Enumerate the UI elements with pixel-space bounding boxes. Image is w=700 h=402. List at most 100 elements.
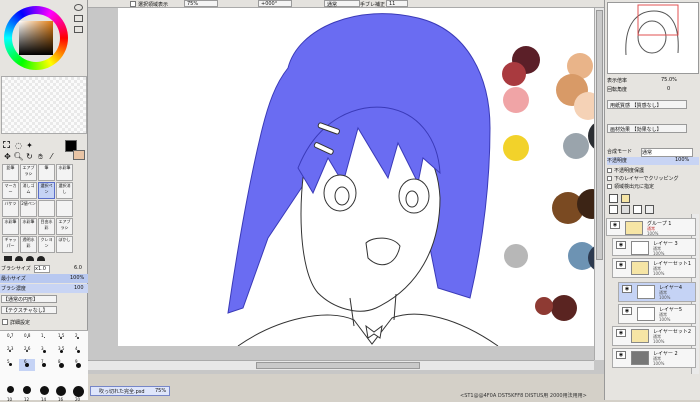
layer-item-layer3[interactable]: ◉ レイヤー 3 通常 100% bbox=[612, 238, 696, 256]
eye-icon[interactable]: ◉ bbox=[622, 285, 632, 293]
delete-layer-icon[interactable] bbox=[645, 205, 654, 214]
tool-airbrush[interactable]: エアブラシ bbox=[20, 164, 37, 181]
brush-edge-presets[interactable] bbox=[4, 255, 84, 262]
size-preset[interactable]: 5 bbox=[2, 359, 18, 371]
blend-mode-row[interactable]: 合成モード 通常 bbox=[607, 148, 699, 157]
navigator-preview[interactable] bbox=[607, 2, 699, 74]
select-rect-icon[interactable] bbox=[3, 141, 10, 148]
edge-preset-1[interactable] bbox=[4, 256, 12, 261]
protect-opacity-checkbox[interactable] bbox=[607, 168, 612, 173]
color-wheel-toggle-icon[interactable] bbox=[74, 4, 83, 11]
clip-lower-checkbox[interactable] bbox=[607, 176, 612, 181]
size-preset[interactable]: 1 bbox=[36, 333, 52, 345]
eye-icon[interactable]: ◉ bbox=[610, 221, 620, 229]
rotation-row[interactable]: 回転角度 0 bbox=[607, 86, 699, 94]
canvas-vscroll-thumb[interactable] bbox=[596, 10, 603, 260]
selection-source-checkbox[interactable] bbox=[607, 184, 612, 189]
size-preset[interactable]: 12 bbox=[19, 385, 35, 402]
hsv-slider-toggle-icon[interactable] bbox=[74, 26, 83, 33]
new-folder-icon[interactable] bbox=[621, 194, 630, 203]
new-layer-icon[interactable] bbox=[609, 194, 618, 203]
size-preset[interactable]: 0.7 bbox=[2, 333, 18, 345]
layer-item-set2[interactable]: ◉ レイヤーセット2 通常 100% bbox=[612, 326, 696, 346]
tool-blur[interactable]: ぼかし bbox=[56, 236, 73, 253]
paper-texture-select[interactable]: 用紙質感 【質感なし】 bbox=[607, 100, 687, 109]
brush-size-row[interactable]: ブラシサイズ x1.0 6.0 bbox=[0, 264, 88, 273]
canvas-vscroll[interactable] bbox=[594, 8, 604, 360]
tool-empty-2[interactable] bbox=[56, 200, 73, 217]
tool-watercolor-3[interactable]: 水彩筆 bbox=[20, 218, 37, 235]
zoom-row[interactable]: 表示倍率 75.0% bbox=[607, 77, 699, 85]
size-preset[interactable] bbox=[53, 372, 69, 384]
rgb-slider-toggle-icon[interactable] bbox=[74, 15, 83, 22]
tool-clear-watercolor[interactable]: 透明水彩 bbox=[20, 236, 37, 253]
panel-toggle-icons[interactable] bbox=[72, 2, 86, 72]
size-preset[interactable]: 3 bbox=[36, 346, 52, 358]
layer-item-set1[interactable]: ◉ レイヤーセット1 通常 100% bbox=[612, 258, 696, 278]
eye-icon[interactable]: ◉ bbox=[622, 307, 632, 315]
tool-select-eraser[interactable]: 選択消し bbox=[56, 182, 73, 199]
tool-crayon[interactable]: クレヨン bbox=[38, 236, 55, 253]
eye-icon[interactable]: ◉ bbox=[616, 351, 626, 359]
tool-watercolor-2[interactable]: 水彩筆 bbox=[2, 218, 19, 235]
size-preset[interactable]: 14 bbox=[36, 385, 52, 402]
tool-marker[interactable]: マーカー bbox=[2, 182, 19, 199]
size-preset[interactable] bbox=[19, 372, 35, 384]
size-preset[interactable]: 3.5 bbox=[53, 346, 69, 358]
layer-item-layer4[interactable]: ◉ レイヤー4 通常 100% bbox=[618, 282, 696, 302]
brush-texture-select[interactable]: 【テクスチャなし】 bbox=[1, 306, 57, 314]
color-swatch-grid[interactable] bbox=[1, 76, 87, 134]
canvas-hscroll[interactable] bbox=[88, 360, 594, 370]
canvas-artwork[interactable] bbox=[118, 8, 614, 346]
angle-select[interactable]: +000° bbox=[258, 0, 292, 7]
move-icon[interactable]: ✥ bbox=[3, 152, 12, 161]
layer-item-group1[interactable]: ◉ グループ 1 通常 100% bbox=[606, 218, 696, 236]
size-preset[interactable]: 2.3 bbox=[2, 346, 18, 358]
min-size-row[interactable]: 最小サイズ 100% bbox=[0, 274, 88, 283]
stabilizer-select[interactable]: 11 bbox=[386, 0, 408, 7]
size-preset[interactable]: 4 bbox=[70, 346, 86, 358]
eyedropper-icon[interactable]: ⁄ bbox=[47, 152, 56, 161]
size-preset[interactable]: 2.6 bbox=[19, 346, 35, 358]
zoom-select[interactable]: 75% bbox=[184, 0, 218, 7]
detail-settings-checkbox[interactable] bbox=[2, 319, 8, 325]
blend-mode-select[interactable]: 通常 bbox=[324, 0, 360, 8]
edge-preset-3[interactable] bbox=[26, 256, 34, 261]
tool-binary-pen[interactable]: 2値ペン bbox=[20, 200, 37, 217]
background-color[interactable] bbox=[73, 150, 85, 160]
brush-density-row[interactable]: ブラシ濃度 100 bbox=[0, 284, 88, 293]
size-preset[interactable]: 9 bbox=[70, 359, 86, 371]
size-preset[interactable]: 1.5 bbox=[53, 333, 69, 345]
lasso-icon[interactable]: ◌ bbox=[14, 141, 23, 150]
wand-icon[interactable]: ✦ bbox=[25, 141, 34, 150]
size-preset[interactable]: 6 bbox=[19, 359, 35, 371]
tool-eraser[interactable]: 消しゴム bbox=[20, 182, 37, 199]
size-preset[interactable] bbox=[70, 372, 86, 384]
rotate-icon[interactable]: ↻ bbox=[25, 152, 34, 161]
canvas-hscroll-thumb[interactable] bbox=[256, 362, 420, 369]
color-sv-square[interactable] bbox=[19, 21, 53, 55]
copy-layer-icon[interactable] bbox=[609, 205, 618, 214]
layer-item-layer2[interactable]: ◉ レイヤー 2 通常 100% bbox=[612, 348, 696, 368]
layer-item-layer5[interactable]: ◉ レイヤー5 通常 100% bbox=[618, 304, 696, 324]
tool-airbrush-2[interactable]: エアブラシ bbox=[56, 218, 73, 235]
paper-effect-select[interactable]: 画材効果 【効果なし】 bbox=[607, 124, 687, 133]
tool-watercolor[interactable]: 水彩筆 bbox=[56, 164, 73, 181]
size-preset[interactable]: 7 bbox=[36, 359, 52, 371]
eye-icon[interactable]: ◉ bbox=[616, 329, 626, 337]
brush-shape-select[interactable]: 【通常の円形】 bbox=[1, 295, 57, 303]
edge-preset-4[interactable] bbox=[37, 256, 45, 261]
size-preset[interactable]: 20 bbox=[70, 385, 86, 402]
merge-layer-icon[interactable] bbox=[621, 205, 630, 214]
eye-icon[interactable]: ◉ bbox=[616, 241, 626, 249]
zoom-icon[interactable]: 🔍︎ bbox=[13, 152, 23, 161]
size-preset[interactable]: 8 bbox=[53, 359, 69, 371]
size-preset[interactable]: 0.8 bbox=[19, 333, 35, 345]
tool-free-watercolor[interactable]: 目由水彩 bbox=[38, 218, 55, 235]
eye-icon[interactable]: ◉ bbox=[616, 261, 626, 269]
hand-icon[interactable]: ✋︎ bbox=[36, 152, 45, 161]
document-tab[interactable]: 吹っ切れた完全.psd 75% bbox=[90, 386, 170, 396]
size-preset[interactable]: 16 bbox=[53, 385, 69, 402]
size-preset[interactable] bbox=[36, 372, 52, 384]
size-preset[interactable]: 10 bbox=[2, 385, 18, 402]
